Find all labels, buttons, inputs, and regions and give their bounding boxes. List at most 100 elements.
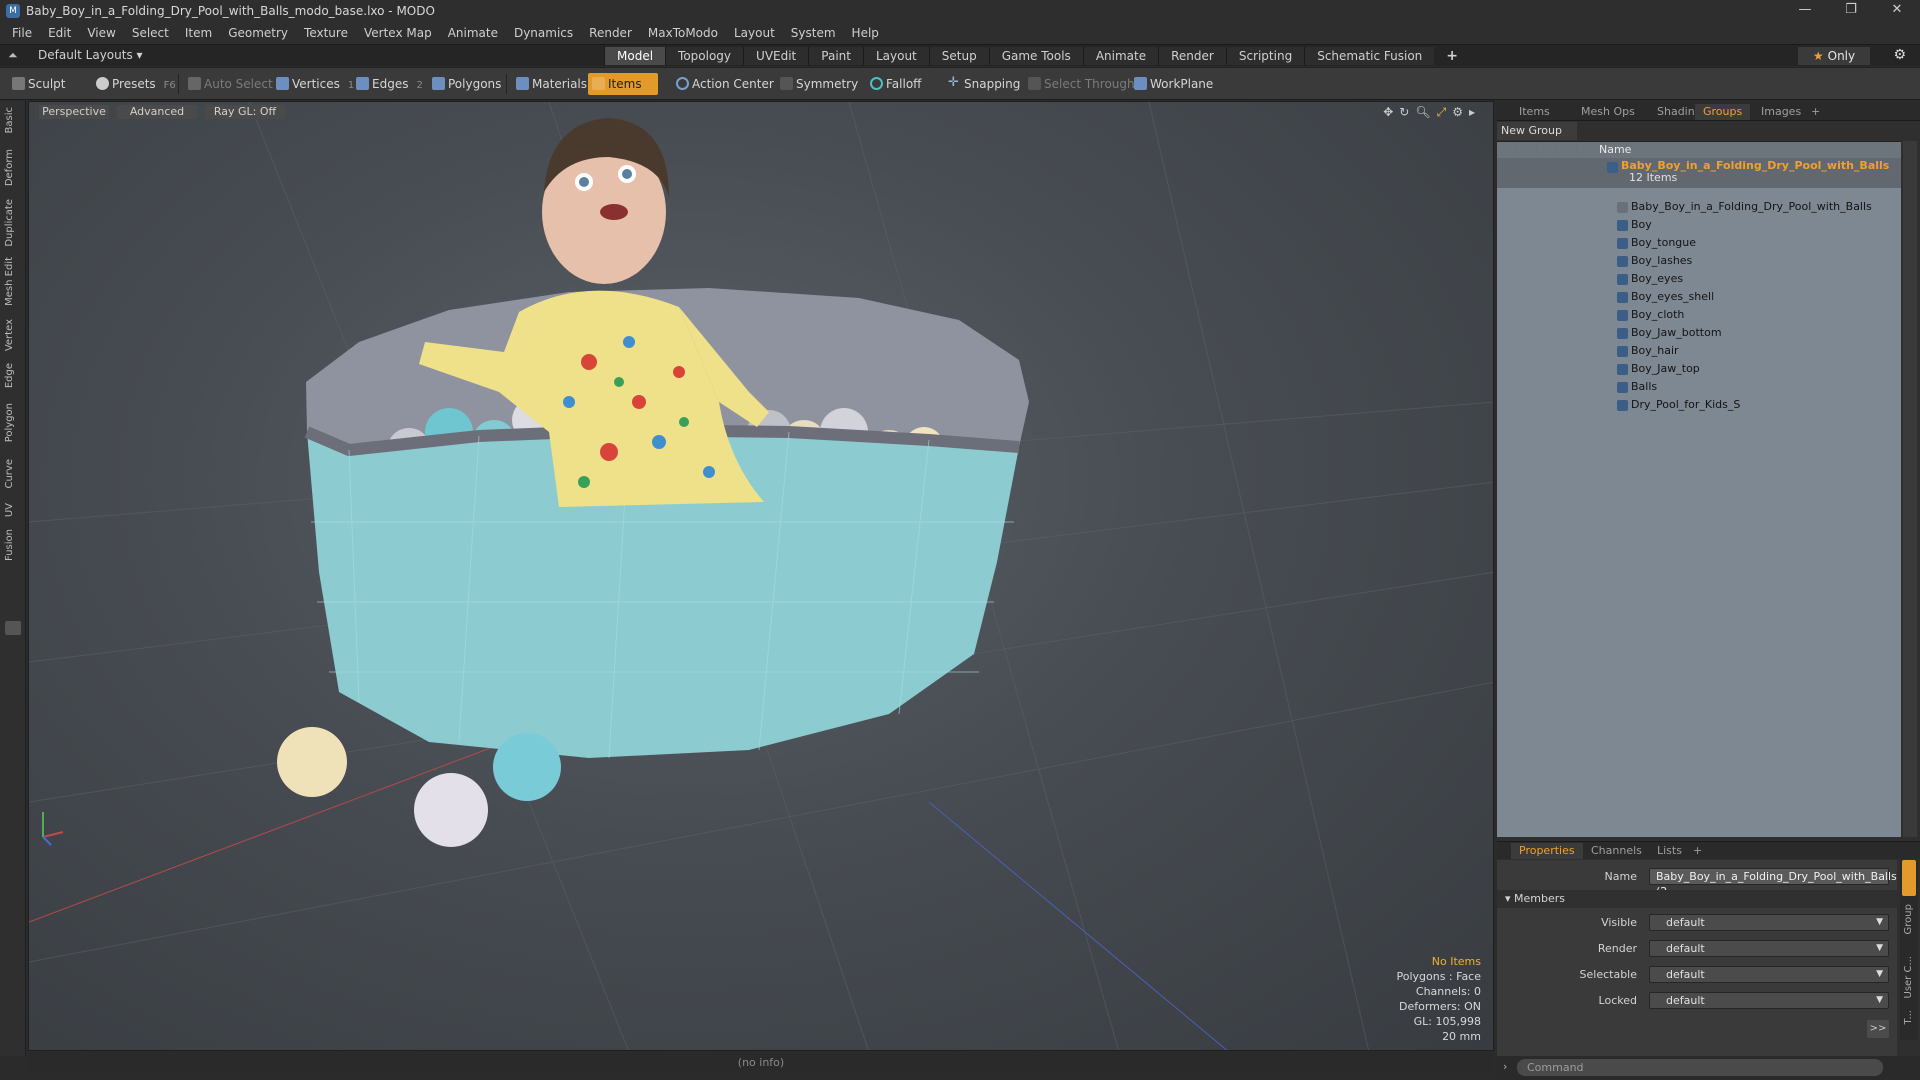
tab-mesh-edit[interactable]: Mesh Edit (4, 257, 20, 306)
minimize-button[interactable]: — (1782, 0, 1828, 22)
tab-uv[interactable]: UV (4, 503, 20, 517)
menu-geometry[interactable]: Geometry (220, 26, 296, 40)
command-input[interactable]: Command (1517, 1059, 1883, 1076)
tab-duplicate[interactable]: Duplicate (4, 199, 20, 247)
materials-button[interactable]: Materials (512, 73, 587, 95)
side-tab-user-channels[interactable]: User C... (1903, 956, 1914, 999)
menu-item[interactable]: Item (177, 26, 220, 40)
visible-dropdown[interactable]: default ▼ (1649, 914, 1889, 931)
snapping-button[interactable]: ✛ Snapping (944, 73, 1020, 95)
list-item[interactable]: Dry_Pool_for_Kids_S (1497, 396, 1901, 414)
list-item[interactable]: Boy_cloth (1497, 306, 1901, 324)
tab-deform[interactable]: Deform (4, 149, 20, 186)
tab-schematic-fusion[interactable]: Schematic Fusion (1304, 47, 1435, 65)
more-button[interactable]: >> (1867, 1020, 1889, 1038)
groups-list-scrollbar[interactable] (1903, 141, 1917, 837)
menu-render[interactable]: Render (581, 26, 640, 40)
selectable-dropdown[interactable]: default ▼ (1649, 966, 1889, 983)
select-column-icon[interactable] (1537, 142, 1557, 158)
rotate-icon[interactable]: ↻ (1399, 105, 1409, 120)
edges-button[interactable]: Edges 2 (352, 73, 423, 95)
raygl-button[interactable]: Ray GL: Off (205, 105, 285, 119)
polygons-button[interactable]: Polygons (428, 73, 501, 95)
list-item[interactable]: Balls (1497, 378, 1901, 396)
sculpt-button[interactable]: Sculpt (8, 73, 65, 95)
close-button[interactable]: ✕ (1874, 0, 1920, 22)
render-column-icon[interactable] (1517, 142, 1537, 158)
list-item[interactable]: Boy (1497, 216, 1901, 234)
render-dropdown[interactable]: default ▼ (1649, 940, 1889, 957)
add-panel-tab-button[interactable]: + (1803, 104, 1828, 120)
menu-texture[interactable]: Texture (296, 26, 356, 40)
tab-items[interactable]: Items (1511, 104, 1558, 120)
lock-column-icon[interactable] (1557, 142, 1577, 158)
panel-toggle-button[interactable] (5, 621, 21, 635)
only-toggle[interactable]: ★ Only (1798, 47, 1870, 65)
viewport-menu-icon[interactable]: ▸ (1469, 105, 1475, 120)
side-tab-t[interactable]: T... (1903, 1010, 1914, 1024)
list-item[interactable]: Boy_Jaw_bottom (1497, 324, 1901, 342)
tab-model[interactable]: Model (604, 47, 666, 65)
pan-icon[interactable]: ✥ (1383, 105, 1393, 120)
side-tab-active[interactable] (1902, 860, 1916, 896)
symmetry-button[interactable]: Symmetry (776, 73, 858, 95)
tab-basic[interactable]: Basic (4, 107, 20, 133)
list-item[interactable]: Baby_Boy_in_a_Folding_Dry_Pool_with_Ball… (1497, 198, 1901, 216)
new-group-button[interactable]: New Group (1497, 122, 1577, 140)
tab-render[interactable]: Render (1158, 47, 1226, 65)
maximize-button[interactable]: ❐ (1828, 0, 1874, 22)
menu-select[interactable]: Select (124, 26, 177, 40)
falloff-button[interactable]: Falloff (866, 73, 921, 95)
auto-select-button[interactable]: Auto Select (184, 73, 273, 95)
tab-topology[interactable]: Topology (665, 47, 744, 65)
items-button[interactable]: Items (588, 73, 658, 95)
tab-paint[interactable]: Paint (808, 47, 863, 65)
tab-setup[interactable]: Setup (928, 47, 989, 65)
gear-icon[interactable]: ⚙ (1893, 47, 1906, 63)
tab-curve[interactable]: Curve (4, 459, 20, 489)
list-item[interactable]: Boy_hair (1497, 342, 1901, 360)
shading-advanced-button[interactable]: Advanced (117, 105, 197, 119)
tab-layout[interactable]: Layout (862, 47, 929, 65)
side-tab-group[interactable]: Group (1903, 904, 1914, 934)
tab-images[interactable]: Images (1753, 104, 1809, 120)
list-item[interactable]: Boy_lashes (1497, 252, 1901, 270)
group-row[interactable]: Baby_Boy_in_a_Folding_Dry_Pool_with_Ball… (1497, 158, 1901, 188)
tab-uvedit[interactable]: UVEdit (743, 47, 809, 65)
tab-properties[interactable]: Properties (1511, 843, 1583, 859)
action-center-button[interactable]: Action Center (672, 73, 774, 95)
visibility-column-icon[interactable] (1497, 142, 1517, 158)
presets-button[interactable]: Presets F6 (92, 73, 176, 95)
add-tab-button[interactable]: + (1434, 47, 1470, 65)
tab-game-tools[interactable]: Game Tools (988, 47, 1083, 65)
workplane-button[interactable]: WorkPlane (1130, 73, 1213, 95)
menu-help[interactable]: Help (844, 26, 887, 40)
locked-dropdown[interactable]: default ▼ (1649, 992, 1889, 1009)
menu-system[interactable]: System (783, 26, 844, 40)
tab-edge[interactable]: Edge (4, 363, 20, 388)
tab-polygon[interactable]: Polygon (4, 403, 20, 442)
view-perspective-button[interactable]: Perspective (39, 105, 109, 119)
zoom-icon[interactable]: 🔍︎ (1415, 105, 1430, 120)
list-item[interactable]: Boy_tongue (1497, 234, 1901, 252)
list-item[interactable]: Boy_eyes (1497, 270, 1901, 288)
tab-mesh-ops[interactable]: Mesh Ops (1573, 104, 1643, 120)
menu-dynamics[interactable]: Dynamics (506, 26, 581, 40)
members-section-header[interactable]: ▾ Members (1497, 890, 1897, 908)
vertices-button[interactable]: Vertices 1 (272, 73, 354, 95)
3d-viewport[interactable]: Perspective Advanced Ray GL: Off ✥ ↻ 🔍︎ … (28, 101, 1494, 1051)
list-item[interactable]: Boy_eyes_shell (1497, 288, 1901, 306)
tab-groups[interactable]: Groups (1695, 104, 1751, 120)
fit-icon[interactable]: ⤢ (1437, 105, 1447, 120)
layout-collapse-icon[interactable]: ⏶ (8, 48, 18, 63)
list-item[interactable]: Boy_Jaw_top (1497, 360, 1901, 378)
tab-lists[interactable]: Lists (1649, 843, 1690, 859)
add-props-tab-button[interactable]: + (1685, 843, 1710, 859)
tab-vertex[interactable]: Vertex (4, 319, 20, 351)
name-column-header[interactable]: Name (1599, 142, 1631, 158)
menu-view[interactable]: View (79, 26, 123, 40)
menu-maxtomodo[interactable]: MaxToModo (640, 26, 726, 40)
tab-scripting[interactable]: Scripting (1225, 47, 1305, 65)
select-through-button[interactable]: Select Through (1024, 73, 1135, 95)
menu-animate[interactable]: Animate (440, 26, 506, 40)
